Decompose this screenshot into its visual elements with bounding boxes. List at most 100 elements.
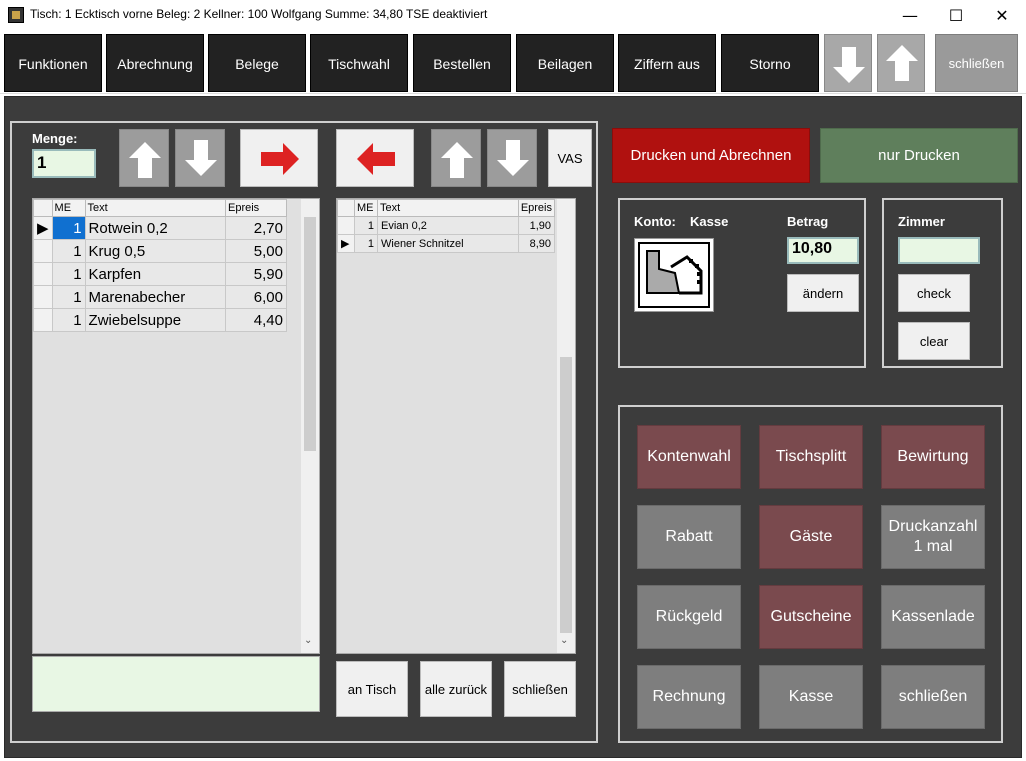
move-left-button[interactable] bbox=[336, 129, 414, 187]
right-up-button[interactable] bbox=[431, 129, 481, 187]
table-row[interactable]: 1 Marenabecher 6,00 bbox=[33, 285, 287, 309]
cell-price: 1,90 bbox=[517, 216, 556, 235]
account-panel: Konto: Kasse Betrag 10,80 ändern bbox=[618, 198, 866, 368]
rueckgeld-button[interactable]: Rückgeld bbox=[637, 585, 741, 649]
toolbar-ziffern-aus-button[interactable]: Ziffern aus bbox=[618, 34, 716, 92]
scroll-down-button[interactable] bbox=[824, 34, 872, 92]
order-table-left: ME Text Epreis ▶ 1 Rotwein 0,2 2,70 1 Kr… bbox=[33, 199, 287, 332]
maximize-button[interactable]: ☐ bbox=[933, 0, 979, 31]
cell-me: 1 bbox=[51, 285, 86, 309]
kassenlade-button[interactable]: Kassenlade bbox=[881, 585, 985, 649]
druckanzahl-button[interactable]: Druckanzahl 1 mal bbox=[881, 505, 985, 569]
info-text-box bbox=[32, 656, 320, 712]
tischsplitt-button[interactable]: Tischsplitt bbox=[759, 425, 863, 489]
cell-text: Rotwein 0,2 bbox=[84, 216, 227, 240]
toolbar-funktionen-button[interactable]: Funktionen bbox=[4, 34, 102, 92]
menge-input[interactable]: 1 bbox=[32, 149, 96, 178]
table-row[interactable]: 1 Karpfen 5,90 bbox=[33, 262, 287, 286]
row-indicator bbox=[337, 216, 355, 235]
cell-me: 1 bbox=[51, 262, 86, 286]
left-panel-close-button[interactable]: schließen bbox=[504, 661, 576, 717]
cell-price: 5,90 bbox=[225, 262, 287, 286]
table-row[interactable]: ▶ 1 Wiener Schnitzel 8,90 bbox=[337, 234, 556, 253]
row-indicator-header bbox=[33, 199, 53, 217]
table-row[interactable]: 1 Evian 0,2 1,90 bbox=[337, 216, 556, 235]
kasse-button[interactable]: Kasse bbox=[759, 665, 863, 729]
chevron-down-icon[interactable]: ⌄ bbox=[560, 635, 568, 646]
scrollbar-thumb[interactable] bbox=[560, 357, 572, 633]
order-grid-right[interactable]: ME Text Epreis 1 Evian 0,2 1,90 ▶ 1 Wien… bbox=[336, 198, 576, 654]
clear-button[interactable]: clear bbox=[898, 322, 970, 360]
order-transfer-panel: Menge: 1 VAS ME Text Epreis ▶ 1 Rotwein … bbox=[10, 121, 598, 743]
toolbar-close-button[interactable]: schließen bbox=[935, 34, 1018, 92]
aendern-button[interactable]: ändern bbox=[787, 274, 859, 312]
left-down-button[interactable] bbox=[175, 129, 225, 187]
cell-me: 1 bbox=[51, 239, 86, 263]
arrow-down-icon bbox=[497, 140, 529, 176]
table-row[interactable]: 1 Krug 0,5 5,00 bbox=[33, 239, 287, 263]
row-indicator: ▶ bbox=[337, 234, 355, 253]
vas-button[interactable]: VAS bbox=[548, 129, 592, 187]
kontenwahl-button[interactable]: Kontenwahl bbox=[637, 425, 741, 489]
arrow-down-icon bbox=[185, 140, 217, 176]
cash-register-icon[interactable] bbox=[634, 238, 714, 312]
rechnung-button[interactable]: Rechnung bbox=[637, 665, 741, 729]
left-grid-scrollbar[interactable]: ⌄ bbox=[301, 199, 319, 653]
row-indicator-header bbox=[337, 199, 355, 217]
minimize-button[interactable]: — bbox=[887, 0, 933, 31]
move-right-button[interactable] bbox=[240, 129, 318, 187]
action-close-button[interactable]: schließen bbox=[881, 665, 985, 729]
cell-text: Karpfen bbox=[84, 262, 227, 286]
bewirtung-button[interactable]: Bewirtung bbox=[881, 425, 985, 489]
rabatt-button[interactable]: Rabatt bbox=[637, 505, 741, 569]
column-header-price: Epreis bbox=[225, 199, 287, 217]
table-row[interactable]: 1 Zwiebelsuppe 4,40 bbox=[33, 308, 287, 332]
betrag-input[interactable]: 10,80 bbox=[787, 237, 859, 264]
gaeste-button[interactable]: Gäste bbox=[759, 505, 863, 569]
scroll-up-button[interactable] bbox=[877, 34, 925, 92]
an-tisch-button[interactable]: an Tisch bbox=[336, 661, 408, 717]
order-grid-left[interactable]: ME Text Epreis ▶ 1 Rotwein 0,2 2,70 1 Kr… bbox=[32, 198, 320, 654]
zimmer-label: Zimmer bbox=[898, 214, 945, 229]
toolbar-abrechnung-button[interactable]: Abrechnung bbox=[106, 34, 204, 92]
scrollbar-thumb[interactable] bbox=[304, 217, 316, 451]
cell-me: 1 bbox=[354, 216, 378, 235]
toolbar-belege-button[interactable]: Belege bbox=[208, 34, 306, 92]
cell-price: 2,70 bbox=[225, 216, 287, 240]
alle-zurueck-button[interactable]: alle zurück bbox=[420, 661, 492, 717]
check-button[interactable]: check bbox=[898, 274, 970, 312]
toolbar-bestellen-button[interactable]: Bestellen bbox=[413, 34, 511, 92]
row-indicator: ▶ bbox=[33, 216, 53, 240]
cell-text: Krug 0,5 bbox=[84, 239, 227, 263]
table-row[interactable]: ▶ 1 Rotwein 0,2 2,70 bbox=[33, 216, 287, 240]
main-area: Menge: 1 VAS ME Text Epreis ▶ 1 Rotwein … bbox=[4, 96, 1022, 758]
column-header-me: ME bbox=[51, 199, 86, 217]
menge-label: Menge: bbox=[32, 131, 78, 146]
arrow-left-icon bbox=[357, 143, 395, 175]
cell-text: Zwiebelsuppe bbox=[84, 308, 227, 332]
zimmer-input[interactable] bbox=[898, 237, 980, 264]
column-header-text: Text bbox=[84, 199, 227, 217]
close-window-button[interactable]: ✕ bbox=[979, 0, 1025, 31]
toolbar-storno-button[interactable]: Storno bbox=[721, 34, 819, 92]
chevron-down-icon[interactable]: ⌄ bbox=[304, 635, 312, 646]
cell-price: 5,00 bbox=[225, 239, 287, 263]
title-bar: Tisch: 1 Ecktisch vorne Beleg: 2 Kellner… bbox=[0, 0, 1026, 31]
gutscheine-button[interactable]: Gutscheine bbox=[759, 585, 863, 649]
toolbar-beilagen-button[interactable]: Beilagen bbox=[516, 34, 614, 92]
print-and-bill-button[interactable]: Drucken und Abrechnen bbox=[612, 128, 810, 183]
cell-price: 6,00 bbox=[225, 285, 287, 309]
arrow-right-icon bbox=[261, 143, 299, 175]
right-grid-scrollbar[interactable]: ⌄ bbox=[557, 199, 575, 653]
order-table-right: ME Text Epreis 1 Evian 0,2 1,90 ▶ 1 Wien… bbox=[337, 199, 556, 253]
print-only-button[interactable]: nur Drucken bbox=[820, 128, 1018, 183]
row-indicator bbox=[33, 285, 53, 309]
right-down-button[interactable] bbox=[487, 129, 537, 187]
column-header-me: ME bbox=[354, 199, 378, 217]
cell-text: Wiener Schnitzel bbox=[377, 234, 519, 253]
left-up-button[interactable] bbox=[119, 129, 169, 187]
cell-price: 8,90 bbox=[517, 234, 556, 253]
row-indicator bbox=[33, 239, 53, 263]
row-indicator bbox=[33, 308, 53, 332]
toolbar-tischwahl-button[interactable]: Tischwahl bbox=[310, 34, 408, 92]
